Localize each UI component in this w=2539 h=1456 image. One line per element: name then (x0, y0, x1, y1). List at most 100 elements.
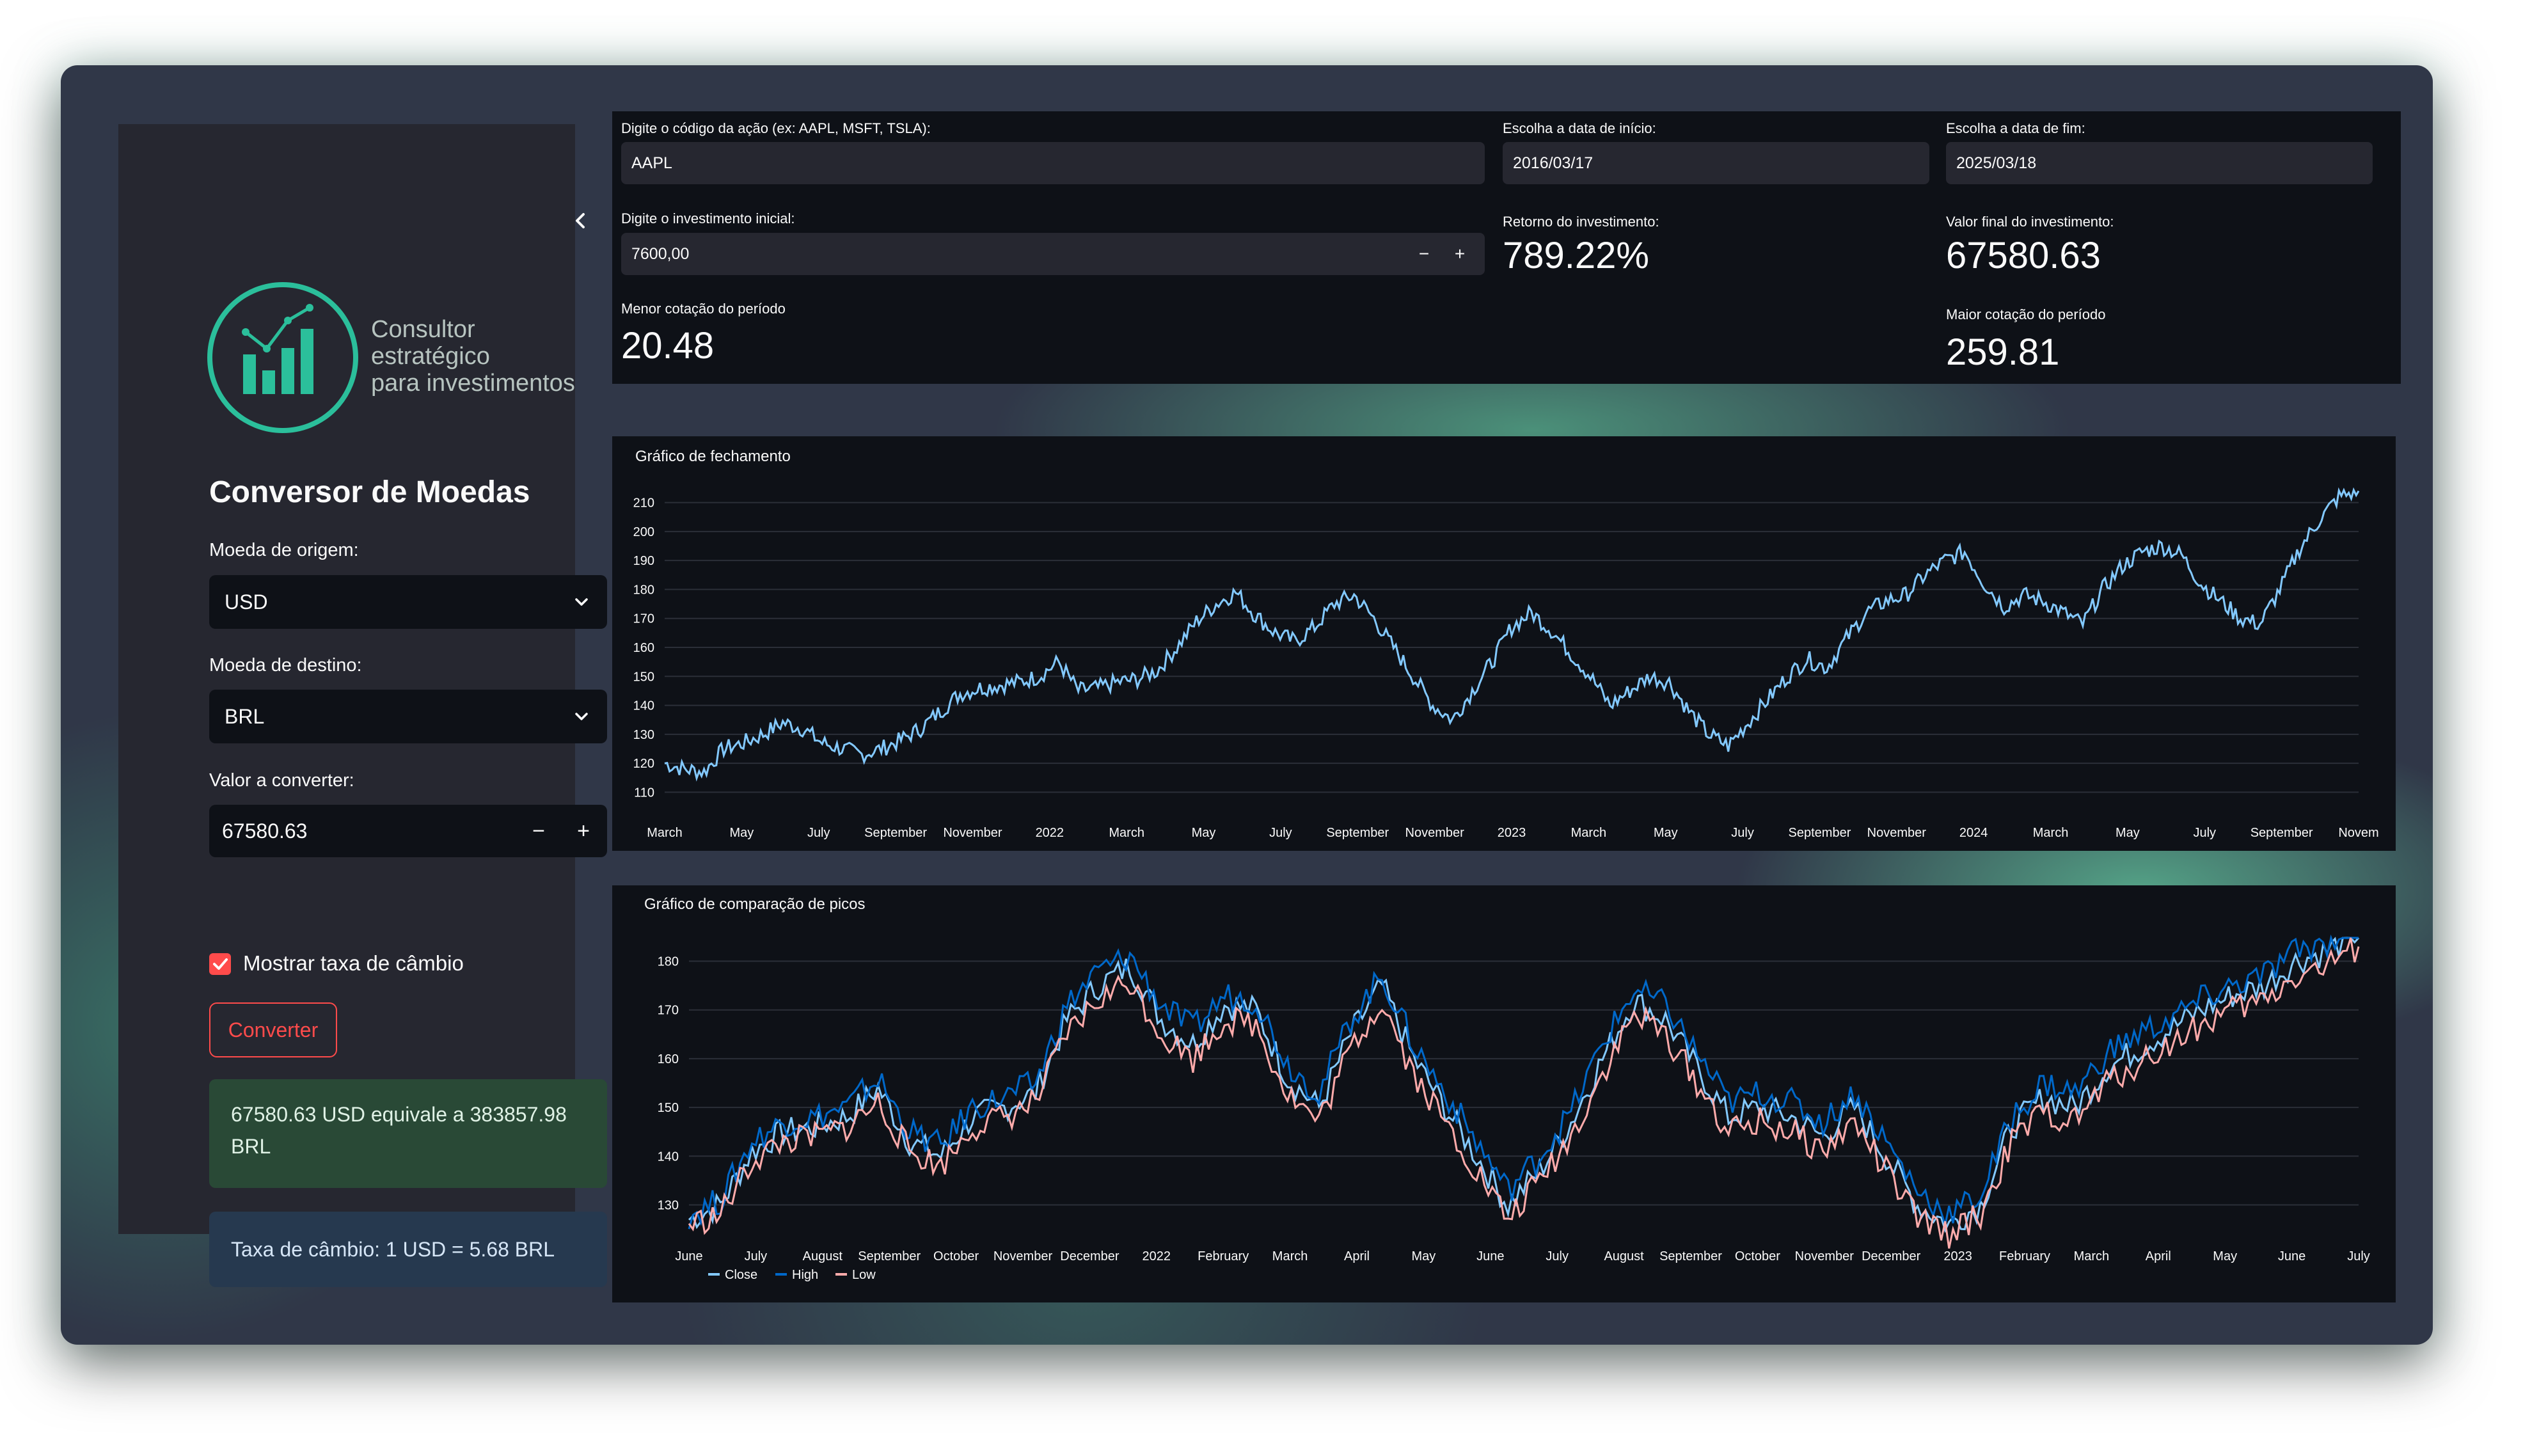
sidebar: Consultor estratégico para investimentos… (118, 124, 607, 1287)
x-tick-label: 2024 (1959, 826, 1988, 840)
show-rate-checkbox[interactable] (209, 953, 231, 975)
app-window: Consultor estratégico para investimentos… (61, 65, 2433, 1345)
investment-panel: Digite o código da ação (ex: AAPL, MSFT,… (612, 111, 2401, 384)
x-tick-label: May (2213, 1249, 2237, 1263)
y-tick-label: 180 (633, 583, 654, 597)
final-value-label: Valor final do investimento: (1946, 214, 2114, 230)
amount-increment-button[interactable]: + (561, 805, 606, 857)
x-tick-label: March (2074, 1249, 2110, 1263)
x-tick-label: April (1344, 1249, 1370, 1263)
x-tick-label: September (1789, 826, 1851, 840)
amount-value: 67580.63 (222, 819, 308, 843)
series-line-close (688, 937, 2360, 1233)
x-tick-label: July (1269, 826, 1292, 840)
x-tick-label: May (1654, 826, 1678, 840)
x-tick-label: September (858, 1249, 921, 1263)
x-tick-label: September (2250, 826, 2313, 840)
end-date-label: Escolha a data de fim: (1946, 120, 2085, 136)
closing-price-chart[interactable]: 110 120 130 140 150 160 170 180 190 200 210 March Ma… (612, 436, 2396, 851)
amount-input[interactable]: 67580.63 − + (209, 805, 607, 857)
x-tick-label: March (1571, 826, 1607, 840)
x-tick-label: September (864, 826, 927, 840)
x-tick-label: 2023 (1943, 1249, 1972, 1263)
end-date-value: 2025/03/18 (1956, 154, 2037, 172)
convert-button[interactable]: Converter (209, 1002, 337, 1057)
ticker-input[interactable]: AAPL (621, 142, 1485, 184)
x-tick-label: July (2193, 826, 2216, 840)
peaks-chart-panel: Gráfico de comparação de picos 130 140 150… (612, 885, 2396, 1302)
sidebar-title: Conversor de Moedas (209, 475, 530, 509)
investment-decrement-button[interactable]: − (1408, 233, 1440, 275)
x-tick-label: November (943, 826, 1002, 840)
y-tick-label: 180 (658, 954, 679, 969)
min-price-label: Menor cotação do período (621, 301, 786, 317)
start-date-input[interactable]: 2016/03/17 (1503, 142, 1929, 184)
peaks-comparison-chart[interactable]: 130 140 150 160 170 180 June July August Septembe… (612, 885, 2396, 1302)
x-tick-label: June (1476, 1249, 1504, 1263)
max-price-label: Maior cotação do período (1946, 306, 2106, 322)
x-tick-label: May (1412, 1249, 1436, 1263)
legend-label-close: Close (725, 1268, 757, 1282)
x-tick-label: March (1272, 1249, 1308, 1263)
x-tick-label: February (1999, 1249, 2050, 1263)
logo-text-line2: para investimentos (371, 370, 575, 397)
x-tick-label: August (1604, 1249, 1644, 1263)
x-tick-label: November (1795, 1249, 1855, 1263)
amount-label: Valor a converter: (209, 770, 354, 791)
min-price-value: 20.48 (621, 325, 715, 367)
dest-currency-select[interactable]: BRL (209, 690, 607, 743)
x-tick-label: March (2033, 826, 2069, 840)
x-tick-label: September (1659, 1249, 1722, 1263)
final-value: 67580.63 (1946, 235, 2101, 276)
x-tick-label: 2022 (1143, 1249, 1171, 1263)
series-line-high (688, 934, 2359, 1230)
y-tick-label: 130 (658, 1199, 679, 1213)
chevron-down-icon (575, 598, 588, 606)
y-tick-label: 160 (658, 1052, 679, 1066)
y-tick-label: 140 (658, 1150, 679, 1164)
origin-currency-value: USD (225, 590, 268, 613)
x-tick-label: Novem (2338, 826, 2378, 840)
x-tick-label: July (1546, 1249, 1569, 1263)
x-tick-label: December (1862, 1249, 1921, 1263)
x-tick-label: July (745, 1249, 768, 1263)
y-tick-label: 170 (658, 1004, 679, 1018)
y-tick-label: 160 (633, 641, 654, 655)
initial-investment-label: Digite o investimento inicial: (621, 210, 795, 226)
x-tick-label: November (1405, 826, 1465, 840)
end-date-input[interactable]: 2025/03/18 (1946, 142, 2373, 184)
dest-currency-value: BRL (225, 704, 265, 728)
amount-decrement-button[interactable]: − (516, 805, 561, 857)
chevron-left-icon[interactable] (569, 209, 592, 232)
logo-text: Consultor estratégico para investimentos (371, 316, 575, 397)
start-date-label: Escolha a data de início: (1503, 120, 1656, 136)
y-tick-label: 150 (658, 1101, 679, 1115)
x-tick-label: May (729, 826, 754, 840)
x-tick-label: December (1060, 1249, 1119, 1263)
check-icon (213, 958, 228, 970)
chevron-down-icon (575, 713, 588, 720)
initial-investment-input[interactable]: 7600,00 − + (621, 233, 1485, 275)
x-tick-label: October (933, 1249, 979, 1263)
initial-investment-value: 7600,00 (631, 244, 690, 263)
x-tick-label: November (1867, 826, 1927, 840)
x-tick-label: November (993, 1249, 1053, 1263)
y-tick-label: 190 (633, 554, 654, 568)
x-tick-label: March (1109, 826, 1144, 840)
ticker-label: Digite o código da ação (ex: AAPL, MSFT,… (621, 120, 931, 136)
x-tick-label: August (803, 1249, 843, 1263)
max-price-value: 259.81 (1946, 331, 2060, 373)
legend-label-low: Low (852, 1268, 876, 1282)
origin-currency-select[interactable]: USD (209, 575, 607, 629)
x-tick-label: July (2347, 1249, 2370, 1263)
x-tick-label: 2023 (1498, 826, 1526, 840)
y-tick-label: 140 (633, 699, 654, 713)
x-tick-label: June (2278, 1249, 2306, 1263)
y-tick-label: 210 (633, 496, 654, 510)
investment-increment-button[interactable]: + (1444, 233, 1476, 275)
exchange-rate-alert: Taxa de câmbio: 1 USD = 5.68 BRL (209, 1212, 607, 1287)
x-tick-label: July (1731, 826, 1754, 840)
x-tick-label: October (1735, 1249, 1780, 1263)
return-label: Retorno do investimento: (1503, 214, 1659, 230)
x-tick-label: March (647, 826, 683, 840)
